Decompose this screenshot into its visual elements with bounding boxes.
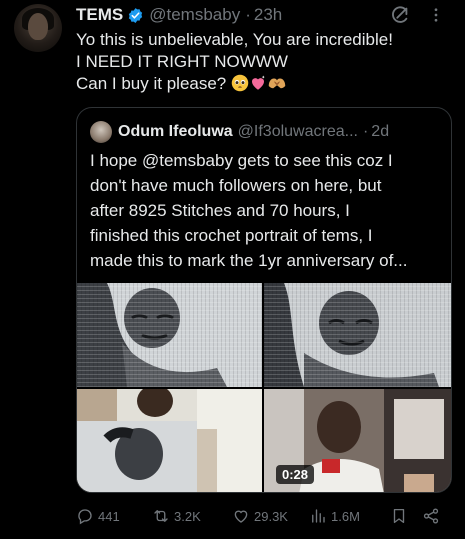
quoted-post[interactable]: Odum Ifeoluwa @If3oluwacrea... · 2d I ho… [76,107,452,493]
bookmark-button[interactable] [390,505,408,527]
media-grid: 0:28 [77,283,451,492]
video-duration: 0:28 [276,465,315,484]
quoted-avatar [90,121,112,143]
author-name[interactable]: TEMS [76,5,123,25]
reply-count: 441 [98,508,120,524]
pleading-face-emoji [231,74,249,92]
like-count: 29.3K [254,508,288,524]
crochet-portrait-photo-2[interactable] [264,283,451,387]
share-icon [423,508,439,524]
post-text-line: Can I buy it please? [76,73,453,95]
quoted-text-line: I hope @temsbaby gets to see this coz I [90,151,393,170]
post-text: Yo this is unbelievable, You are incredi… [76,29,453,95]
quoted-post-header: Odum Ifeoluwa @If3oluwacrea... · 2d [90,121,441,143]
time-separator: · [245,5,251,24]
quoted-text-line: finished this crochet portrait of tems, … [90,226,373,245]
grok-icon[interactable] [389,4,411,26]
verified-badge-icon [129,7,143,23]
heart-hands-emoji [268,78,286,89]
post-text-line-content: Can I buy it please? [76,74,227,93]
quoted-text-line: don't have much followers on here, but [90,176,382,195]
repost-count: 3.2K [174,508,201,524]
quoted-text-line: after 8925 Stitches and 70 hours, I [90,201,350,220]
share-button[interactable] [422,505,440,527]
repost-button[interactable]: 3.2K [152,505,201,527]
like-button[interactable]: 29.3K [232,505,288,527]
quoted-text: I hope @temsbaby gets to see this coz I … [90,148,446,273]
quoted-author-handle: @If3oluwacrea... [237,123,358,140]
reply-icon [78,509,92,525]
author-handle[interactable]: @temsbaby [149,5,240,25]
post-avatar[interactable] [14,4,62,52]
post-time[interactable]: 23h [254,5,282,25]
action-bar: 441 3.2K 29.3K 1.6M [76,505,452,527]
repost-icon [154,510,168,522]
post-text-line: I NEED IT RIGHT NOWWW [76,52,288,71]
like-icon [234,510,248,523]
quoted-time: 2d [371,123,390,140]
quoted-text-line: made this to mark the 1yr anniversary of… [90,251,408,270]
video-thumbnail[interactable]: 0:28 [264,389,451,492]
sparkling-heart-emoji [252,75,265,90]
person-holding-portrait-photo[interactable] [77,389,262,492]
more-icon[interactable] [427,6,445,24]
bookmark-icon [393,508,405,524]
person-holding-portrait-image [77,389,262,492]
post-header: TEMS @temsbaby · 23h [76,4,455,26]
reply-button[interactable]: 441 [76,505,120,527]
views-button[interactable]: 1.6M [309,505,360,527]
views-count: 1.6M [331,508,360,524]
quoted-author-name: Odum Ifeoluwa [118,123,233,140]
post-text-line: Yo this is unbelievable, You are incredi… [76,30,393,49]
views-icon [312,509,325,523]
quoted-time-separator: · [362,123,369,140]
crochet-portrait-photo-1[interactable] [77,283,262,387]
